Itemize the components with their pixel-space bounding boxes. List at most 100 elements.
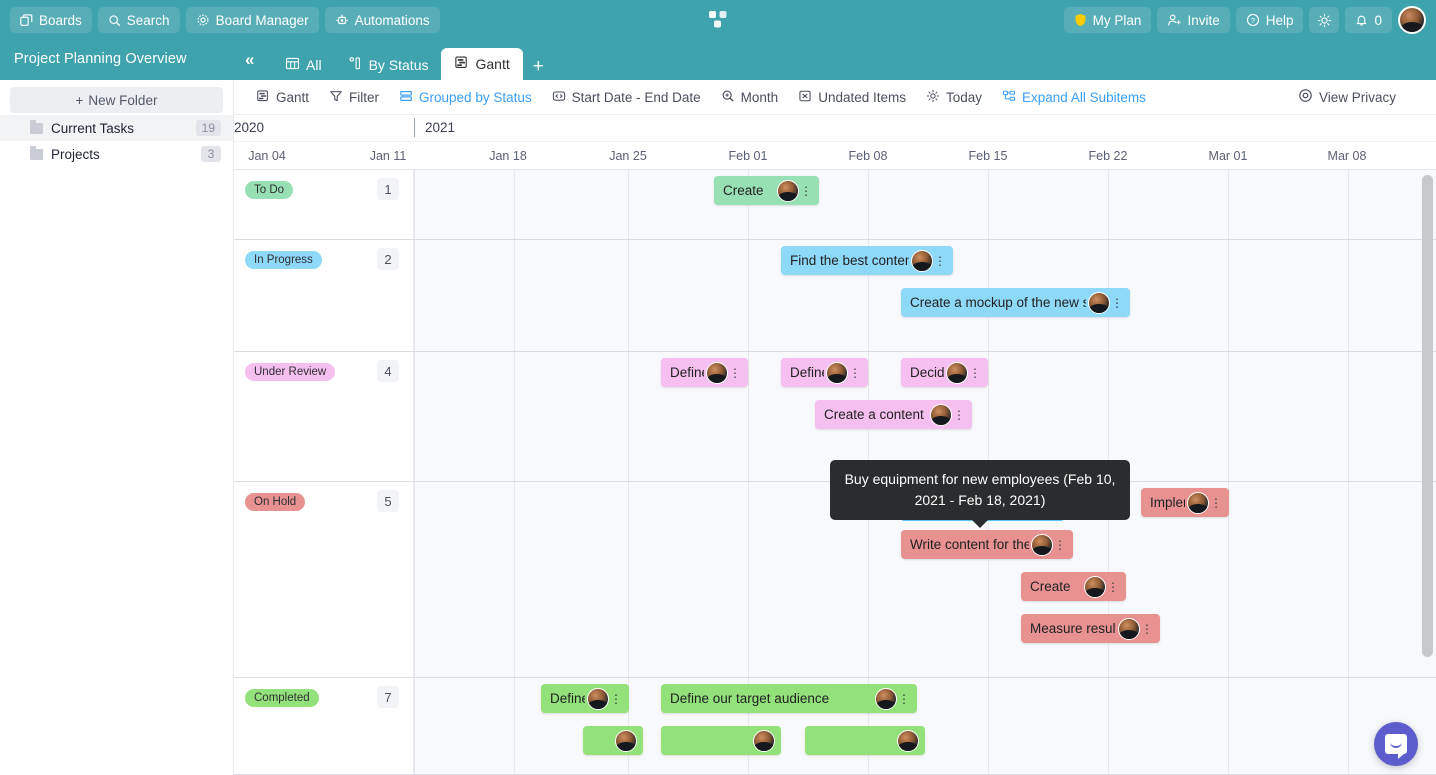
status-badge: Under Review <box>245 363 336 381</box>
sidebar-item-label: Projects <box>51 146 100 162</box>
assignee-avatar[interactable] <box>753 729 775 752</box>
gantt-bar[interactable]: Measure results ⋮ <box>1021 614 1160 643</box>
week-tick: Feb 01 <box>728 149 768 163</box>
assignee-avatar[interactable] <box>930 403 952 426</box>
toolbar-grouped-by-status[interactable]: Grouped by Status <box>399 89 532 106</box>
gantt-bar[interactable]: Create a content calendar ⋮ <box>815 400 972 429</box>
bar-menu-icon[interactable]: ⋮ <box>1110 297 1124 309</box>
gantt-chart: 2020 2021 Jan 04 Jan 11 Jan 18 Jan 25 Fe… <box>234 115 1436 775</box>
board-title: Project Planning Overview <box>14 51 187 67</box>
assignee-avatar[interactable] <box>946 361 968 384</box>
gantt-bar[interactable] <box>805 726 925 755</box>
automations-label: Automations <box>354 12 430 28</box>
bar-menu-icon[interactable]: ⋮ <box>848 367 862 379</box>
toolbar-date-range[interactable]: Start Date - End Date <box>552 89 701 106</box>
assignee-avatar[interactable] <box>706 361 728 384</box>
assignee-avatar[interactable] <box>615 729 637 752</box>
help-button[interactable]: ? Help <box>1235 7 1304 33</box>
gantt-icon <box>454 55 469 73</box>
toolbar-date-range-label: Start Date - End Date <box>571 89 701 105</box>
gantt-bar[interactable]: Write content for the site ⋮ <box>901 530 1073 559</box>
theme-toggle-button[interactable] <box>1309 7 1340 33</box>
group-label-cell: On Hold 5 <box>234 482 414 677</box>
toolbar-undated-items[interactable]: Undated Items <box>798 89 906 106</box>
notifications-count: 0 <box>1374 12 1382 28</box>
bar-menu-icon[interactable]: ⋮ <box>609 693 623 705</box>
bar-menu-icon[interactable]: ⋮ <box>933 255 947 267</box>
add-view-button[interactable]: + <box>523 57 554 80</box>
tab-by-status[interactable]: By Status <box>335 50 442 80</box>
automations-button[interactable]: Automations <box>324 7 440 33</box>
folder-count-badge: 19 <box>195 120 221 136</box>
gantt-bar-label: Decide <box>910 365 944 380</box>
bar-menu-icon[interactable]: ⋮ <box>1106 581 1120 593</box>
gantt-toolbar: Gantt Filter Grouped by Status Start Dat… <box>234 80 1436 115</box>
invite-button[interactable]: Invite <box>1157 7 1230 33</box>
vertical-scrollbar[interactable] <box>1422 175 1433 657</box>
assignee-avatar[interactable] <box>826 361 848 384</box>
sidebar-item-projects[interactable]: Projects 3 <box>0 141 233 167</box>
bar-menu-icon[interactable]: ⋮ <box>1209 497 1223 509</box>
gantt-bar[interactable]: Decide ⋮ <box>901 358 988 387</box>
toolbar-filter[interactable]: Filter <box>329 89 379 106</box>
timeline-week-row: Jan 04 Jan 11 Jan 18 Jan 25 Feb 01 Feb 0… <box>234 142 1436 170</box>
assignee-avatar[interactable] <box>897 729 919 752</box>
board-manager-button[interactable]: Board Manager <box>185 7 319 33</box>
assignee-avatar[interactable] <box>875 687 897 710</box>
bar-menu-icon[interactable]: ⋮ <box>799 185 813 197</box>
gantt-bar[interactable]: Implement ⋮ <box>1141 488 1229 517</box>
assignee-avatar[interactable] <box>911 249 933 272</box>
gantt-icon <box>256 89 270 106</box>
my-plan-button[interactable]: My Plan <box>1063 7 1152 33</box>
gantt-bar[interactable]: Find the best content ⋮ <box>781 246 953 275</box>
bar-menu-icon[interactable]: ⋮ <box>728 367 742 379</box>
notifications-button[interactable]: 0 <box>1345 7 1392 33</box>
gantt-bar[interactable]: Define our target audience ⋮ <box>661 684 917 713</box>
assignee-avatar[interactable] <box>777 179 799 202</box>
assignee-avatar[interactable] <box>1031 533 1053 556</box>
tab-all[interactable]: All <box>272 50 335 80</box>
toolbar-gantt[interactable]: Gantt <box>256 89 309 106</box>
toolbar-gantt-label: Gantt <box>276 89 310 105</box>
boards-button[interactable]: Boards <box>10 7 92 33</box>
week-tick: Jan 25 <box>609 149 647 163</box>
week-tick: Feb 15 <box>968 149 1008 163</box>
collapse-sidebar-button[interactable]: « <box>245 49 255 71</box>
sidebar-item-current-tasks[interactable]: Current Tasks 19 <box>0 115 233 141</box>
search-button[interactable]: Search <box>97 7 180 33</box>
bar-menu-icon[interactable]: ⋮ <box>952 409 966 421</box>
bar-menu-icon[interactable]: ⋮ <box>1053 539 1067 551</box>
chat-support-button[interactable] <box>1374 722 1418 766</box>
gantt-bar[interactable] <box>661 726 781 755</box>
toolbar-view-privacy[interactable]: View Privacy <box>1298 88 1396 106</box>
assignee-avatar[interactable] <box>1084 575 1106 598</box>
toolbar-filter-label: Filter <box>349 89 380 105</box>
gantt-track: Find the best content ⋮ Create a mockup … <box>414 240 1436 351</box>
gantt-bar[interactable]: Create ⋮ <box>714 176 819 205</box>
new-folder-button[interactable]: + New Folder <box>10 87 223 113</box>
assignee-avatar[interactable] <box>1187 491 1209 514</box>
bar-menu-icon[interactable]: ⋮ <box>1140 623 1154 635</box>
gantt-bar[interactable]: Define ⋮ <box>661 358 748 387</box>
toolbar-expand-all-subitems[interactable]: Expand All Subitems <box>1002 89 1146 106</box>
toolbar-month[interactable]: Month <box>721 89 778 106</box>
toolbar-today[interactable]: Today <box>926 89 982 106</box>
gantt-bar[interactable]: Define ⋮ <box>781 358 868 387</box>
bar-menu-icon[interactable]: ⋮ <box>897 693 911 705</box>
folder-count-badge: 3 <box>201 146 221 162</box>
folder-icon <box>30 145 43 160</box>
gantt-bar[interactable]: Create ⋮ <box>1021 572 1126 601</box>
app-logo[interactable] <box>705 7 731 33</box>
bar-menu-icon[interactable]: ⋮ <box>968 367 982 379</box>
status-badge: Completed <box>245 689 319 707</box>
zoom-icon <box>721 89 735 106</box>
gantt-bar-label: Define <box>790 365 824 380</box>
gantt-bar[interactable]: Create a mockup of the new site ⋮ <box>901 288 1130 317</box>
assignee-avatar[interactable] <box>587 687 609 710</box>
gantt-bar[interactable] <box>583 726 643 755</box>
gantt-bar[interactable]: Define ⋮ <box>541 684 629 713</box>
tab-gantt[interactable]: Gantt <box>441 48 523 80</box>
assignee-avatar[interactable] <box>1088 291 1110 314</box>
assignee-avatar[interactable] <box>1118 617 1140 640</box>
user-avatar[interactable] <box>1398 6 1426 34</box>
